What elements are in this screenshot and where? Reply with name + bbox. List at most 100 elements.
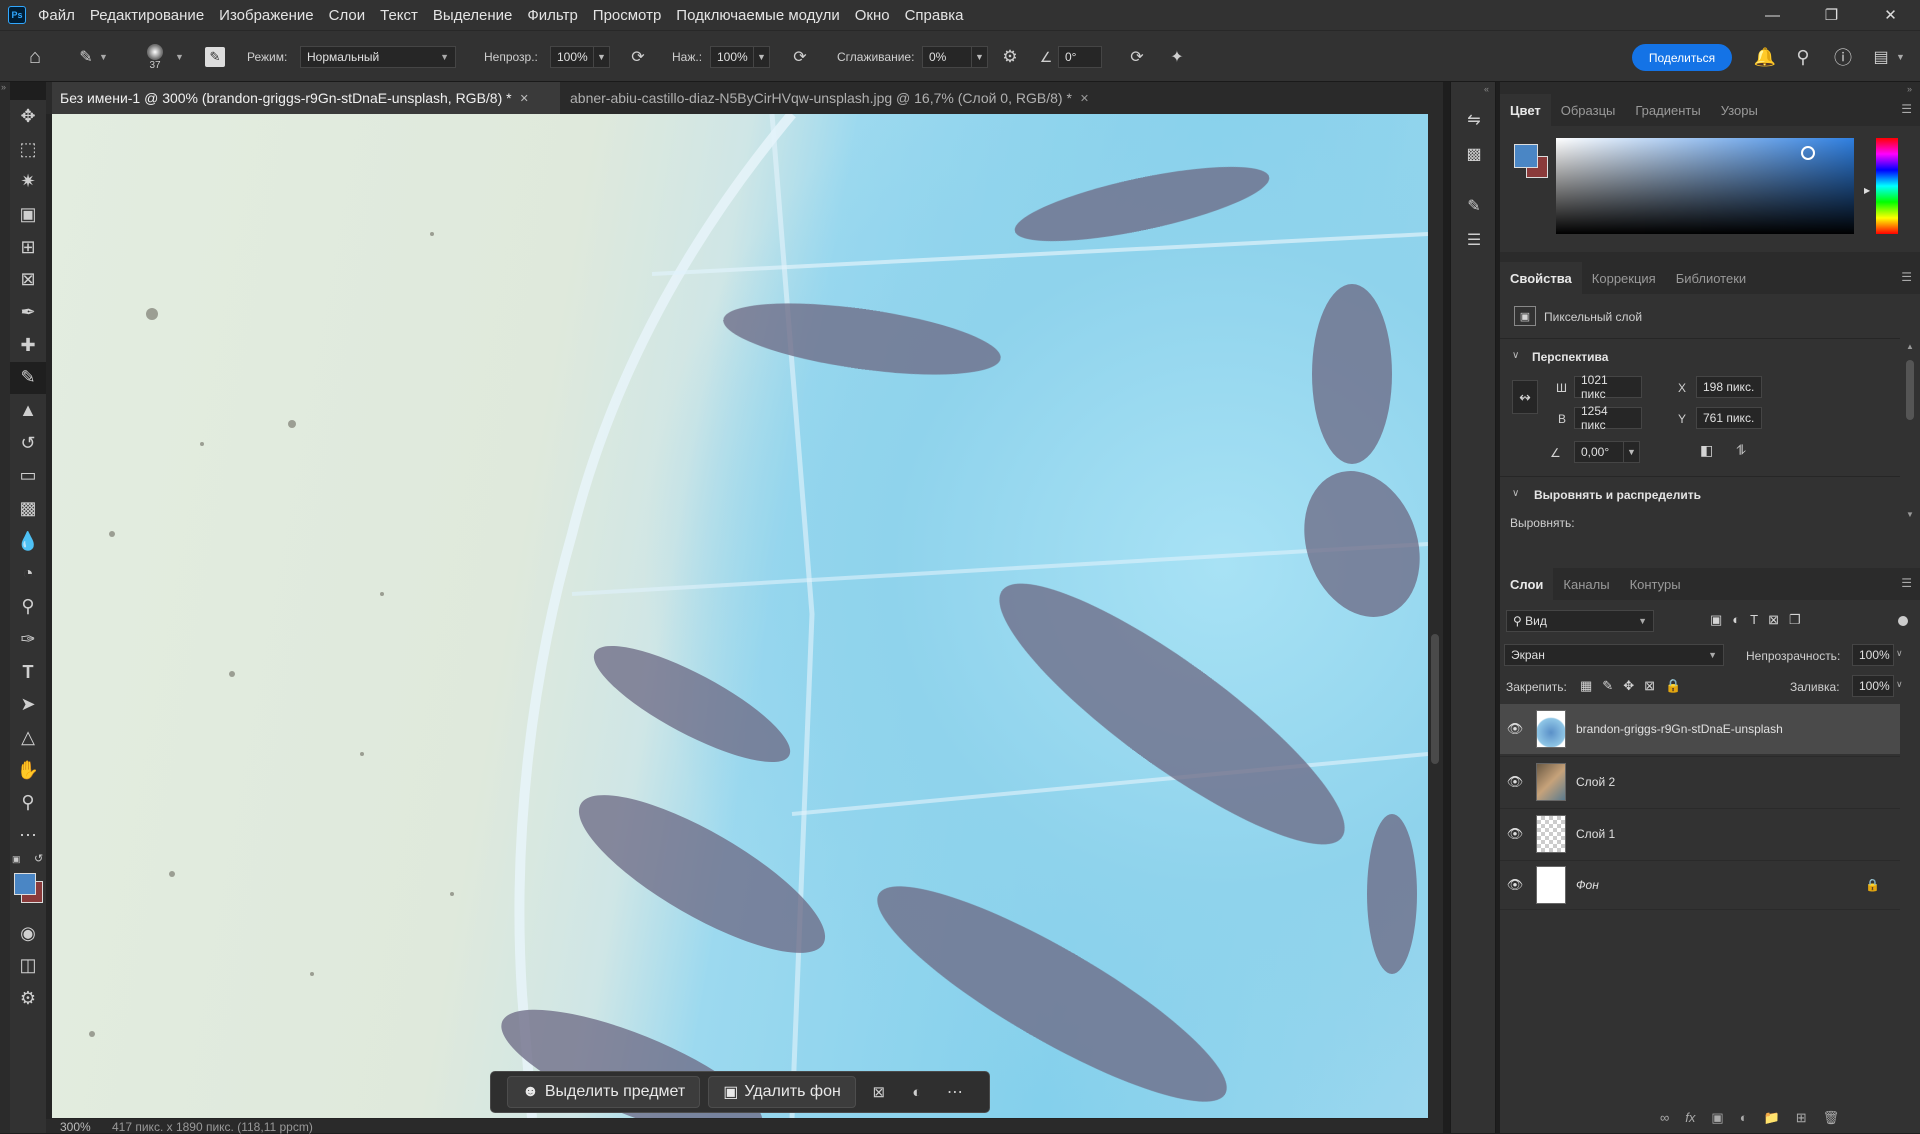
tab-properties[interactable]: Свойства	[1500, 262, 1582, 294]
filter-smart-object-icon[interactable]: ❐	[1789, 612, 1801, 628]
add-mask-icon[interactable]: ▣	[1711, 1110, 1723, 1126]
lock-artboard-icon[interactable]: ⊠	[1644, 678, 1655, 694]
filter-type-icon[interactable]: T	[1750, 612, 1758, 628]
brush-settings-icon[interactable]: ✎	[1460, 192, 1488, 220]
move-tool-icon[interactable]: ✥	[10, 100, 46, 133]
scroll-up-icon[interactable]: ▲	[1906, 342, 1914, 351]
new-group-icon[interactable]: 📁	[1764, 1110, 1780, 1126]
new-layer-icon[interactable]: ⊞	[1796, 1110, 1807, 1126]
lock-transparency-icon[interactable]: ▦	[1580, 678, 1592, 694]
swap-colors-icon[interactable]: ↺	[34, 852, 43, 865]
tab-paths[interactable]: Контуры	[1620, 568, 1691, 600]
chevron-down-icon[interactable]: ▼	[972, 46, 988, 68]
chevron-down-icon[interactable]: ∨	[1896, 679, 1903, 690]
x-input[interactable]: 198 пикс.	[1696, 376, 1762, 398]
layer-row[interactable]: 👁 Слой 2	[1500, 756, 1900, 806]
healing-brush-icon[interactable]: ✚	[10, 329, 46, 362]
eye-icon[interactable]: 👁	[1500, 826, 1530, 842]
flip-horizontal-icon[interactable]: ◧	[1700, 442, 1713, 459]
hand-tool-icon[interactable]: ✋	[10, 754, 46, 787]
bell-icon[interactable]: 🔔	[1752, 31, 1778, 83]
crop-tool-icon[interactable]: ⊞	[10, 231, 46, 264]
menu-plugins[interactable]: Подключаемые модули	[676, 7, 839, 24]
home-icon[interactable]: ⌂	[22, 31, 48, 83]
adjustments-icon[interactable]: ☰	[1460, 226, 1488, 254]
color-field[interactable]	[1556, 138, 1854, 234]
chevron-down-icon[interactable]: ∨	[1512, 350, 1519, 361]
transform-icon[interactable]: ⊠	[864, 1083, 894, 1101]
rotation-input[interactable]: 0,00°	[1574, 441, 1624, 463]
document-tab-1[interactable]: Без имени-1 @ 300% (brandon-griggs-r9Gn-…	[52, 82, 560, 114]
smudge-icon[interactable]: ⚲	[10, 590, 46, 623]
path-selection-icon[interactable]: ➤	[10, 688, 46, 721]
color-picker-handle[interactable]	[1801, 146, 1815, 160]
menu-image[interactable]: Изображение	[219, 7, 314, 24]
gradient-tool-icon[interactable]: ▩	[10, 492, 46, 525]
share-button[interactable]: Поделиться	[1632, 44, 1732, 71]
chevron-down-icon[interactable]: ▼	[754, 46, 770, 68]
more-tools-icon[interactable]: ⋯	[10, 819, 46, 852]
lock-pixels-icon[interactable]: ✎	[1602, 678, 1613, 694]
tab-libraries[interactable]: Библиотеки	[1666, 262, 1756, 294]
opacity-input[interactable]: 100%	[550, 46, 594, 68]
height-input[interactable]: 1254 пикс	[1574, 404, 1642, 432]
close-tab-icon[interactable]: ✕	[520, 92, 529, 105]
blend-mode-select[interactable]: Экран ▼	[1504, 644, 1724, 666]
layer-row[interactable]: 👁 Фон 🔒	[1500, 860, 1900, 910]
menu-view[interactable]: Просмотр	[593, 7, 662, 24]
y-input[interactable]: 761 пикс.	[1696, 407, 1762, 429]
document-tab-2[interactable]: abner-abiu-castillo-diaz-N5ByCirHVqw-uns…	[562, 82, 1117, 114]
eraser-icon[interactable]: ▭	[10, 460, 46, 493]
chevron-down-icon[interactable]: ▼	[1624, 441, 1640, 463]
zoom-level[interactable]: 300%	[60, 1120, 91, 1134]
adjustment-icon[interactable]: ◐	[902, 1084, 932, 1101]
menu-select[interactable]: Выделение	[433, 7, 512, 24]
chevron-down-icon[interactable]: ∨	[1512, 488, 1519, 499]
layer-filter-select[interactable]: ⚲ Вид ▼	[1506, 610, 1654, 632]
pen-tool-icon[interactable]: ✑	[10, 623, 46, 656]
eye-icon[interactable]: 👁	[1500, 721, 1530, 737]
foreground-color-swatch[interactable]	[1514, 144, 1538, 168]
menu-edit[interactable]: Редактирование	[90, 7, 204, 24]
lock-all-icon[interactable]: 🔒	[1665, 678, 1681, 694]
filter-pixel-icon[interactable]: ▣	[1710, 612, 1722, 628]
tab-adjustments[interactable]: Коррекция	[1582, 262, 1666, 294]
panel-menu-icon[interactable]: ☰	[1901, 270, 1912, 284]
tab-color[interactable]: Цвет	[1500, 94, 1551, 126]
panel-menu-icon[interactable]: ☰	[1901, 576, 1912, 590]
fill-input[interactable]: 100%	[1852, 675, 1894, 697]
layer-row[interactable]: 👁 brandon-griggs-r9Gn-stDnaE-unsplash	[1500, 704, 1900, 754]
trash-icon[interactable]: 🗑	[1823, 1110, 1840, 1126]
menu-layers[interactable]: Слои	[329, 7, 365, 24]
smoothing-input[interactable]: 0%	[922, 46, 972, 68]
comments-icon[interactable]: ▩	[1460, 140, 1488, 168]
expand-icon[interactable]: »	[1, 82, 6, 92]
scroll-thumb[interactable]	[1431, 634, 1439, 764]
type-tool-icon[interactable]: T	[10, 656, 46, 689]
foreground-color-swatch[interactable]	[14, 872, 36, 895]
airbrush-icon[interactable]: ⟳	[788, 31, 812, 83]
pressure-input[interactable]: 100%	[710, 46, 754, 68]
brush-preset-picker[interactable]: 37	[140, 31, 170, 83]
brush-tool-icon[interactable]: ✎	[74, 31, 98, 83]
chevron-down-icon[interactable]: ▼	[1896, 31, 1905, 83]
quick-mask-icon[interactable]: ◉	[10, 917, 46, 950]
chevron-down-icon[interactable]: ▼	[175, 31, 184, 83]
angle-input[interactable]: 0°	[1058, 46, 1102, 68]
fx-icon[interactable]: fx	[1685, 1110, 1695, 1126]
shape-tool-icon[interactable]: △	[10, 721, 46, 754]
menu-filter[interactable]: Фильтр	[527, 7, 577, 24]
brush-tool-icon[interactable]: ✎	[10, 361, 46, 395]
left-collapse-rail[interactable]: »	[0, 82, 10, 1133]
filter-shape-icon[interactable]: ⊠	[1768, 612, 1779, 628]
hue-pointer-icon[interactable]: ▶	[1864, 186, 1870, 195]
transform-section-header[interactable]: Перспектива	[1532, 350, 1608, 364]
history-brush-icon[interactable]: ↺	[10, 427, 46, 460]
menu-type[interactable]: Текст	[380, 7, 418, 24]
clone-stamp-icon[interactable]: ▲	[10, 394, 46, 427]
menu-help[interactable]: Справка	[905, 7, 964, 24]
eyedropper-icon[interactable]: ✒	[10, 296, 46, 329]
hue-slider[interactable]	[1876, 138, 1898, 234]
tab-channels[interactable]: Каналы	[1553, 568, 1619, 600]
chevron-down-icon[interactable]: ∨	[1896, 648, 1903, 659]
